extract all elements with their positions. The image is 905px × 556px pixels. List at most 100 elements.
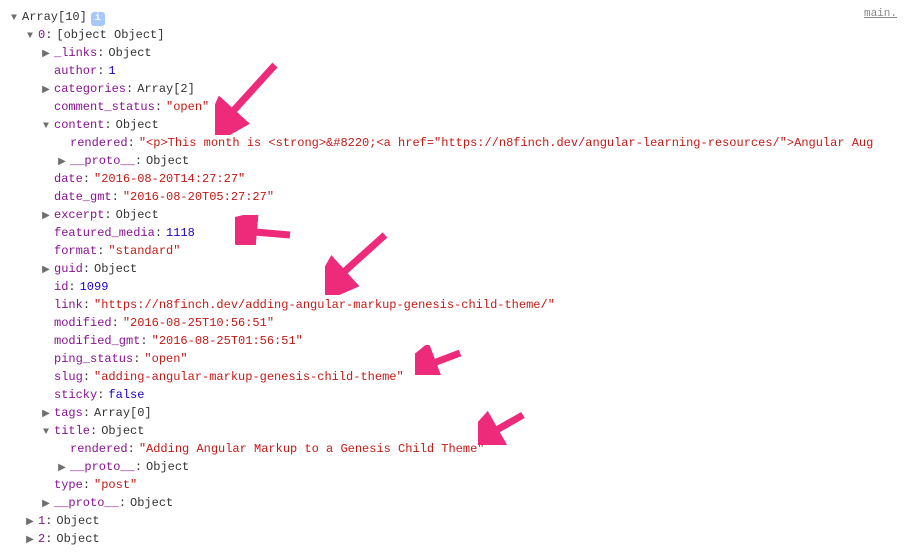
tree-row[interactable]: rendered: "Adding Angular Markup to a Ge… [56, 440, 897, 458]
tree-row[interactable]: tags: Array[0] [40, 404, 897, 422]
tree-key: id [54, 278, 68, 296]
toggle-icon[interactable] [40, 47, 52, 62]
json-tree: Array[10] i 0: [object Object] _links: O… [8, 8, 897, 548]
toggle-icon[interactable] [40, 425, 52, 440]
tree-key: categories [54, 80, 126, 98]
tree-value: Object [101, 422, 144, 440]
tree-key: comment_status [54, 98, 155, 116]
tree-row[interactable]: ping_status: "open" [40, 350, 897, 368]
tree-key: modified_gmt [54, 332, 140, 350]
tree-value: "adding-angular-markup-genesis-child-the… [94, 368, 404, 386]
tree-row[interactable]: date: "2016-08-20T14:27:27" [40, 170, 897, 188]
tree-key: format [54, 242, 97, 260]
tree-row[interactable]: featured_media: 1118 [40, 224, 897, 242]
tree-key: date_gmt [54, 188, 112, 206]
tree-row[interactable]: content: Object [40, 116, 897, 134]
tree-key: ping_status [54, 350, 133, 368]
tree-row[interactable]: type: "post" [40, 476, 897, 494]
tree-value: "Adding Angular Markup to a Genesis Chil… [139, 440, 485, 458]
tree-key: slug [54, 368, 83, 386]
tree-key: sticky [54, 386, 97, 404]
tree-value: "2016-08-25T10:56:51" [123, 314, 274, 332]
tree-value: 1118 [166, 224, 195, 242]
tree-key: author [54, 62, 97, 80]
tree-value: "https://n8finch.dev/adding-angular-mark… [94, 296, 555, 314]
tree-value: Object [146, 458, 189, 476]
tree-key: excerpt [54, 206, 104, 224]
toggle-icon[interactable] [40, 119, 52, 134]
tree-key: rendered [70, 134, 128, 152]
tree-row[interactable]: date_gmt: "2016-08-20T05:27:27" [40, 188, 897, 206]
tree-key: guid [54, 260, 83, 278]
root-label: Array[10] [22, 8, 87, 26]
tree-row[interactable]: guid: Object [40, 260, 897, 278]
toggle-icon[interactable] [8, 11, 20, 26]
tree-row[interactable]: id: 1099 [40, 278, 897, 296]
tree-row[interactable]: excerpt: Object [40, 206, 897, 224]
tree-row[interactable]: link: "https://n8finch.dev/adding-angula… [40, 296, 897, 314]
tree-value: [object Object] [56, 26, 164, 44]
tree-row[interactable]: author: 1 [40, 62, 897, 80]
tree-value: false [108, 386, 144, 404]
toggle-icon[interactable] [40, 263, 52, 278]
toggle-icon[interactable] [40, 209, 52, 224]
toggle-icon[interactable] [56, 155, 68, 170]
toggle-icon[interactable] [56, 461, 68, 476]
toggle-icon[interactable] [24, 515, 36, 530]
toggle-icon[interactable] [40, 407, 52, 422]
tree-key: tags [54, 404, 83, 422]
toggle-icon[interactable] [40, 497, 52, 512]
tree-value: Object [56, 512, 99, 530]
tree-value: Object [146, 152, 189, 170]
tree-value: 1099 [80, 278, 109, 296]
tree-key: __proto__ [70, 152, 135, 170]
tree-value: "2016-08-20T05:27:27" [123, 188, 274, 206]
tree-value: Object [130, 494, 173, 512]
tree-row[interactable]: 1: Object [24, 512, 897, 530]
tree-row[interactable]: __proto__: Object [56, 458, 897, 476]
tree-row[interactable]: rendered: "<p>This month is <strong>&#82… [56, 134, 897, 152]
tree-row[interactable]: title: Object [40, 422, 897, 440]
tree-value: "2016-08-25T01:56:51" [152, 332, 303, 350]
tree-value: "standard" [108, 242, 180, 260]
tree-value: 1 [108, 62, 115, 80]
tree-key: date [54, 170, 83, 188]
tree-value: "open" [144, 350, 187, 368]
info-icon[interactable]: i [91, 12, 105, 26]
tree-row[interactable]: _links: Object [40, 44, 897, 62]
toggle-icon[interactable] [24, 533, 36, 548]
tree-value: Array[2] [137, 80, 195, 98]
tree-key: modified [54, 314, 112, 332]
tree-row[interactable]: modified: "2016-08-25T10:56:51" [40, 314, 897, 332]
tree-key: content [54, 116, 104, 134]
tree-value: Object [116, 116, 159, 134]
tree-row[interactable]: 2: Object [24, 530, 897, 548]
tree-row[interactable]: format: "standard" [40, 242, 897, 260]
tree-row[interactable]: modified_gmt: "2016-08-25T01:56:51" [40, 332, 897, 350]
tree-key: link [54, 296, 83, 314]
toggle-icon[interactable] [40, 83, 52, 98]
tree-key: title [54, 422, 90, 440]
tree-value: Object [108, 44, 151, 62]
tree-value: "2016-08-20T14:27:27" [94, 170, 245, 188]
tree-row[interactable]: __proto__: Object [40, 494, 897, 512]
tree-row[interactable]: 0: [object Object] [24, 26, 897, 44]
tree-key: 0 [38, 26, 45, 44]
tree-key: 2 [38, 530, 45, 548]
tree-key: __proto__ [54, 494, 119, 512]
tree-row[interactable]: slug: "adding-angular-markup-genesis-chi… [40, 368, 897, 386]
tree-row[interactable]: comment_status: "open" [40, 98, 897, 116]
tree-key: type [54, 476, 83, 494]
tree-value: Array[0] [94, 404, 152, 422]
tree-row[interactable]: __proto__: Object [56, 152, 897, 170]
tree-value: "post" [94, 476, 137, 494]
tree-value: "open" [166, 98, 209, 116]
tree-row-root[interactable]: Array[10] i [8, 8, 897, 26]
toggle-icon[interactable] [24, 29, 36, 44]
tree-value: Object [116, 206, 159, 224]
tree-value: Object [94, 260, 137, 278]
tree-value: "<p>This month is <strong>&#8220;<a href… [139, 134, 874, 152]
tree-key: featured_media [54, 224, 155, 242]
tree-row[interactable]: sticky: false [40, 386, 897, 404]
tree-row[interactable]: categories: Array[2] [40, 80, 897, 98]
